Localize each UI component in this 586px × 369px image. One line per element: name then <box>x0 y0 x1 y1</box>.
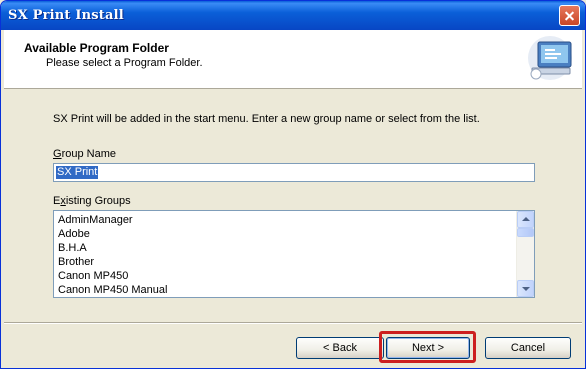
group-name-label: Group Name <box>53 148 116 160</box>
scroll-thumb[interactable] <box>517 228 534 237</box>
list-item[interactable]: B.H.A <box>58 242 87 254</box>
button-separator <box>4 322 582 324</box>
next-button-highlight <box>379 331 476 363</box>
arrow-up-icon <box>522 217 530 221</box>
back-button[interactable]: < Back <box>296 337 384 359</box>
cancel-button[interactable]: Cancel <box>485 337 571 359</box>
list-item[interactable]: Canon MP450 Manual <box>58 284 167 296</box>
list-item[interactable]: Adobe <box>58 228 90 240</box>
arrow-down-icon <box>522 287 530 291</box>
title-bar[interactable]: SX Print Install <box>1 1 585 30</box>
header-title: Available Program Folder <box>24 41 169 55</box>
scroll-up-button[interactable] <box>517 211 534 228</box>
close-button[interactable] <box>559 5 580 26</box>
computer-icon <box>528 36 572 80</box>
existing-groups-label-rest: isting Groups <box>65 195 131 207</box>
existing-groups-label: Existing Groups <box>53 195 131 207</box>
scroll-down-button[interactable] <box>517 280 534 297</box>
group-name-value: SX Print <box>56 166 99 179</box>
list-item[interactable]: Brother <box>58 256 94 268</box>
installer-window: SX Print Install Available Program Folde… <box>0 0 586 369</box>
group-name-label-rest: roup Name <box>61 148 116 160</box>
list-item[interactable]: AdminManager <box>58 214 133 226</box>
existing-groups-list[interactable]: AdminManager Adobe B.H.A Brother Canon M… <box>53 210 535 298</box>
group-name-input[interactable]: SX Print <box>53 163 535 182</box>
list-scrollbar[interactable] <box>516 211 534 297</box>
intro-text: SX Print will be added in the start menu… <box>53 113 480 125</box>
list-item[interactable]: Canon MP450 <box>58 270 128 282</box>
content-area: SX Print will be added in the start menu… <box>4 89 582 321</box>
header-subtitle: Please select a Program Folder. <box>46 57 203 69</box>
group-name-label-accel: G <box>53 148 62 160</box>
header-panel: Available Program Folder Please select a… <box>4 30 582 89</box>
window-title: SX Print Install <box>8 8 124 23</box>
